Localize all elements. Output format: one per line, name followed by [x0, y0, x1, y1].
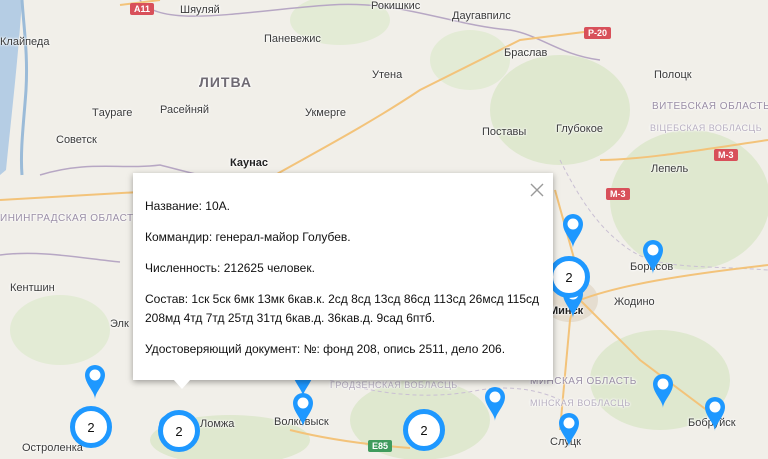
map-label-city: Расейняй — [160, 104, 210, 116]
road-shield: E85 — [368, 440, 393, 452]
map-pin-icon[interactable] — [650, 373, 676, 409]
map-label-city: Полоцк — [654, 69, 692, 81]
popup-tail — [173, 379, 191, 389]
marker-cluster[interactable]: 2 — [403, 409, 445, 451]
marker-cluster[interactable]: 2 — [158, 410, 200, 452]
map-label-city: Жодино — [614, 296, 655, 308]
map-label-city: Даугавпилс — [452, 10, 511, 22]
map-pin-icon[interactable] — [560, 213, 586, 249]
map-label-country: ЛИТВА — [199, 74, 252, 90]
road-shield: M-3 — [714, 149, 738, 161]
map-label-city: Каунас — [230, 157, 268, 169]
map-label-city: Элк — [110, 318, 129, 330]
map-label-city: Паневежис — [264, 33, 321, 45]
unit-composition: Состав: 1ск 5ск 6мк 13мк 6кав.к. 2сд 8сд… — [145, 292, 540, 325]
map-label-city: Утена — [372, 69, 403, 81]
map-label-region: ВІЦЕБСКАЯ ВОБЛАСЦЬ — [650, 123, 763, 133]
map-pin-icon[interactable] — [482, 386, 508, 422]
map-label-city: Остроленка — [22, 442, 83, 454]
info-popup: Название: 10А. Коммандир: генерал-майор … — [133, 173, 553, 389]
map-label-region: ВИТЕБСКАЯ ОБЛАСТЬ — [652, 101, 768, 112]
map-pin-icon[interactable] — [82, 364, 108, 400]
map-pin-icon[interactable] — [640, 239, 666, 275]
road-shield: P-20 — [584, 27, 612, 39]
map-label-city: Рокишкис — [371, 0, 421, 12]
map-label-city: Шяуляй — [180, 4, 220, 16]
map-label-city: Глубокое — [556, 123, 603, 135]
unit-name: Название: 10А. — [145, 199, 230, 213]
map-label-city: Тaураге — [92, 107, 133, 119]
map-label-region: ГРОДЗЕНСКАЯ ВОБЛАСЦЬ — [330, 380, 458, 390]
unit-document: Удостоверяющий документ: №: фонд 208, оп… — [145, 342, 506, 356]
map-label-city: Клайпеда — [0, 36, 50, 48]
map-label-city: Лепель — [651, 163, 689, 175]
map-label-region: МІНСКАЯ ВОБЛАСЦЬ — [530, 398, 631, 408]
marker-cluster[interactable]: 2 — [70, 406, 112, 448]
map-pin-icon[interactable] — [290, 392, 316, 428]
marker-cluster[interactable]: 2 — [548, 256, 590, 298]
road-shield: A11 — [130, 3, 155, 15]
map-label-city: Ломжа — [200, 418, 235, 430]
map-pin-icon[interactable] — [702, 396, 728, 432]
close-icon[interactable] — [529, 182, 545, 198]
map-label-region: ИНИНГРАДСКАЯ ОБЛАСТЬ — [0, 213, 141, 224]
unit-commander: Коммандир: генерал-майор Голубев. — [145, 230, 351, 244]
map-label-city: Поставы — [482, 126, 527, 138]
unit-strength: Численность: 212625 человек. — [145, 261, 315, 275]
map-label-city: Укмерге — [305, 107, 346, 119]
map-pin-icon[interactable] — [556, 412, 582, 448]
map-label-city: Советск — [56, 134, 97, 146]
map-label-city: Кентшин — [10, 282, 55, 294]
map-label-city: Браслав — [504, 47, 548, 59]
road-shield: M-3 — [606, 188, 630, 200]
